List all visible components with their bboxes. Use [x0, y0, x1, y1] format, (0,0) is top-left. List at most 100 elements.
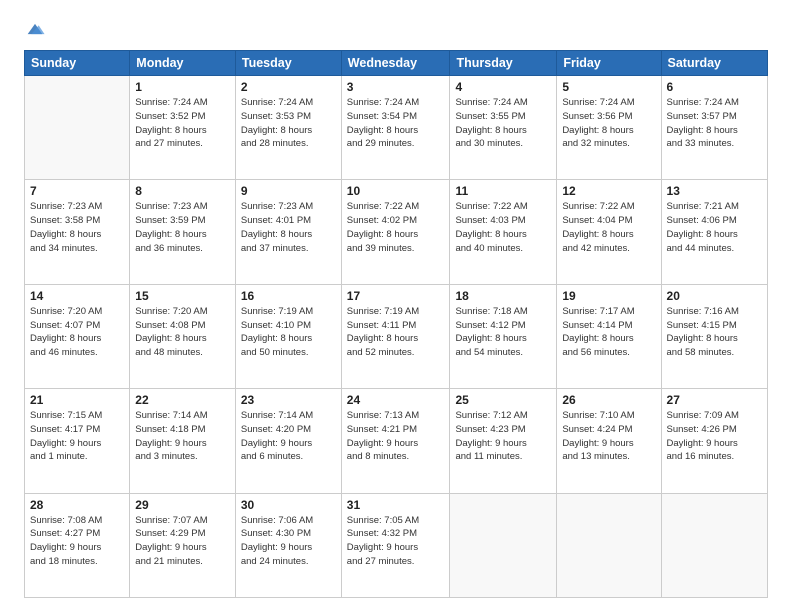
calendar-cell: 11 Sunrise: 7:22 AM Sunset: 4:03 PM Dayli… [450, 180, 557, 284]
calendar-cell: 12 Sunrise: 7:22 AM Sunset: 4:04 PM Dayli… [557, 180, 661, 284]
day-info: Sunrise: 7:05 AM Sunset: 4:32 PM Dayligh… [347, 514, 445, 569]
day-number: 3 [347, 80, 445, 94]
calendar-cell: 20 Sunrise: 7:16 AM Sunset: 4:15 PM Dayli… [661, 284, 767, 388]
calendar-cell: 1 Sunrise: 7:24 AM Sunset: 3:52 PM Daylig… [130, 76, 236, 180]
day-info: Sunrise: 7:20 AM Sunset: 4:08 PM Dayligh… [135, 305, 230, 360]
day-number: 9 [241, 184, 336, 198]
day-number: 26 [562, 393, 655, 407]
day-info: Sunrise: 7:17 AM Sunset: 4:14 PM Dayligh… [562, 305, 655, 360]
calendar-cell: 21 Sunrise: 7:15 AM Sunset: 4:17 PM Dayli… [25, 389, 130, 493]
day-info: Sunrise: 7:24 AM Sunset: 3:54 PM Dayligh… [347, 96, 445, 151]
day-number: 2 [241, 80, 336, 94]
weekday-header-tuesday: Tuesday [235, 51, 341, 76]
page: SundayMondayTuesdayWednesdayThursdayFrid… [0, 0, 792, 612]
day-info: Sunrise: 7:14 AM Sunset: 4:18 PM Dayligh… [135, 409, 230, 464]
calendar-cell: 31 Sunrise: 7:05 AM Sunset: 4:32 PM Dayli… [341, 493, 450, 597]
calendar-week-2: 7 Sunrise: 7:23 AM Sunset: 3:58 PM Daylig… [25, 180, 768, 284]
day-info: Sunrise: 7:06 AM Sunset: 4:30 PM Dayligh… [241, 514, 336, 569]
calendar-cell: 8 Sunrise: 7:23 AM Sunset: 3:59 PM Daylig… [130, 180, 236, 284]
calendar-cell [557, 493, 661, 597]
calendar-cell [25, 76, 130, 180]
calendar-cell: 29Sunrise: 7:07 AM Sunset: 4:29 PM Dayli… [130, 493, 236, 597]
day-info: Sunrise: 7:23 AM Sunset: 3:58 PM Dayligh… [30, 200, 124, 255]
weekday-header-thursday: Thursday [450, 51, 557, 76]
calendar-cell: 9 Sunrise: 7:23 AM Sunset: 4:01 PM Daylig… [235, 180, 341, 284]
weekday-header-wednesday: Wednesday [341, 51, 450, 76]
day-info: Sunrise: 7:24 AM Sunset: 3:52 PM Dayligh… [135, 96, 230, 151]
day-number: 25 [455, 393, 551, 407]
day-info: Sunrise: 7:09 AM Sunset: 4:26 PM Dayligh… [667, 409, 762, 464]
day-info: Sunrise: 7:13 AM Sunset: 4:21 PM Dayligh… [347, 409, 445, 464]
day-number: 4 [455, 80, 551, 94]
calendar-week-1: 1 Sunrise: 7:24 AM Sunset: 3:52 PM Daylig… [25, 76, 768, 180]
calendar-cell: 19 Sunrise: 7:17 AM Sunset: 4:14 PM Dayli… [557, 284, 661, 388]
calendar-cell: 4 Sunrise: 7:24 AM Sunset: 3:55 PM Daylig… [450, 76, 557, 180]
day-info: Sunrise: 7:23 AM Sunset: 4:01 PM Dayligh… [241, 200, 336, 255]
day-number: 17 [347, 289, 445, 303]
calendar-cell: 25 Sunrise: 7:12 AM Sunset: 4:23 PM Dayli… [450, 389, 557, 493]
day-number: 15 [135, 289, 230, 303]
weekday-header-friday: Friday [557, 51, 661, 76]
calendar-cell: 23Sunrise: 7:14 AM Sunset: 4:20 PM Dayli… [235, 389, 341, 493]
day-number: 7 [30, 184, 124, 198]
calendar-cell: 10 Sunrise: 7:22 AM Sunset: 4:02 PM Dayli… [341, 180, 450, 284]
calendar-cell: 30Sunrise: 7:06 AM Sunset: 4:30 PM Dayli… [235, 493, 341, 597]
calendar-cell: 5 Sunrise: 7:24 AM Sunset: 3:56 PM Daylig… [557, 76, 661, 180]
day-number: 21 [30, 393, 124, 407]
day-number: 31 [347, 498, 445, 512]
calendar-cell [450, 493, 557, 597]
day-info: Sunrise: 7:24 AM Sunset: 3:56 PM Dayligh… [562, 96, 655, 151]
calendar-cell: 16Sunrise: 7:19 AM Sunset: 4:10 PM Dayli… [235, 284, 341, 388]
day-info: Sunrise: 7:15 AM Sunset: 4:17 PM Dayligh… [30, 409, 124, 464]
day-number: 29 [135, 498, 230, 512]
day-number: 1 [135, 80, 230, 94]
day-info: Sunrise: 7:23 AM Sunset: 3:59 PM Dayligh… [135, 200, 230, 255]
weekday-header-row: SundayMondayTuesdayWednesdayThursdayFrid… [25, 51, 768, 76]
logo [24, 18, 50, 40]
weekday-header-monday: Monday [130, 51, 236, 76]
day-info: Sunrise: 7:14 AM Sunset: 4:20 PM Dayligh… [241, 409, 336, 464]
day-info: Sunrise: 7:22 AM Sunset: 4:02 PM Dayligh… [347, 200, 445, 255]
day-number: 11 [455, 184, 551, 198]
calendar-cell [661, 493, 767, 597]
day-info: Sunrise: 7:24 AM Sunset: 3:55 PM Dayligh… [455, 96, 551, 151]
calendar-week-3: 14Sunrise: 7:20 AM Sunset: 4:07 PM Dayli… [25, 284, 768, 388]
logo-icon [24, 18, 46, 40]
calendar-cell: 13Sunrise: 7:21 AM Sunset: 4:06 PM Dayli… [661, 180, 767, 284]
day-number: 10 [347, 184, 445, 198]
day-number: 6 [667, 80, 762, 94]
day-info: Sunrise: 7:12 AM Sunset: 4:23 PM Dayligh… [455, 409, 551, 464]
day-number: 8 [135, 184, 230, 198]
day-info: Sunrise: 7:10 AM Sunset: 4:24 PM Dayligh… [562, 409, 655, 464]
calendar-table: SundayMondayTuesdayWednesdayThursdayFrid… [24, 50, 768, 598]
day-info: Sunrise: 7:24 AM Sunset: 3:57 PM Dayligh… [667, 96, 762, 151]
day-info: Sunrise: 7:21 AM Sunset: 4:06 PM Dayligh… [667, 200, 762, 255]
calendar-cell: 3 Sunrise: 7:24 AM Sunset: 3:54 PM Daylig… [341, 76, 450, 180]
calendar-cell: 22 Sunrise: 7:14 AM Sunset: 4:18 PM Dayli… [130, 389, 236, 493]
day-number: 20 [667, 289, 762, 303]
day-info: Sunrise: 7:16 AM Sunset: 4:15 PM Dayligh… [667, 305, 762, 360]
day-number: 19 [562, 289, 655, 303]
calendar-cell: 27 Sunrise: 7:09 AM Sunset: 4:26 PM Dayli… [661, 389, 767, 493]
day-info: Sunrise: 7:22 AM Sunset: 4:04 PM Dayligh… [562, 200, 655, 255]
calendar-cell: 2Sunrise: 7:24 AM Sunset: 3:53 PM Daylig… [235, 76, 341, 180]
day-info: Sunrise: 7:08 AM Sunset: 4:27 PM Dayligh… [30, 514, 124, 569]
day-info: Sunrise: 7:22 AM Sunset: 4:03 PM Dayligh… [455, 200, 551, 255]
day-number: 16 [241, 289, 336, 303]
header [24, 18, 768, 40]
calendar-week-4: 21 Sunrise: 7:15 AM Sunset: 4:17 PM Dayli… [25, 389, 768, 493]
day-info: Sunrise: 7:20 AM Sunset: 4:07 PM Dayligh… [30, 305, 124, 360]
calendar-cell: 6 Sunrise: 7:24 AM Sunset: 3:57 PM Daylig… [661, 76, 767, 180]
calendar-week-5: 28Sunrise: 7:08 AM Sunset: 4:27 PM Dayli… [25, 493, 768, 597]
weekday-header-sunday: Sunday [25, 51, 130, 76]
day-number: 24 [347, 393, 445, 407]
day-number: 27 [667, 393, 762, 407]
day-number: 5 [562, 80, 655, 94]
calendar-cell: 26 Sunrise: 7:10 AM Sunset: 4:24 PM Dayli… [557, 389, 661, 493]
calendar-cell: 18Sunrise: 7:18 AM Sunset: 4:12 PM Dayli… [450, 284, 557, 388]
day-number: 12 [562, 184, 655, 198]
day-number: 22 [135, 393, 230, 407]
weekday-header-saturday: Saturday [661, 51, 767, 76]
calendar-cell: 14Sunrise: 7:20 AM Sunset: 4:07 PM Dayli… [25, 284, 130, 388]
calendar-cell: 17Sunrise: 7:19 AM Sunset: 4:11 PM Dayli… [341, 284, 450, 388]
